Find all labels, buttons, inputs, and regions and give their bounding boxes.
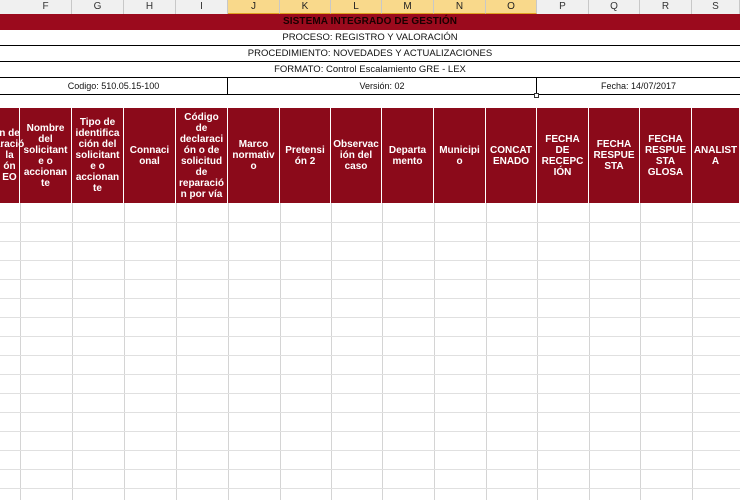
column-letter-f[interactable]: F — [20, 0, 72, 14]
header-cell[interactable]: FECHA RESPUE STA GLOSA — [640, 108, 692, 203]
grid-row-line — [0, 393, 740, 394]
proceso-label[interactable]: PROCESO: REGISTRO Y VALORACIÓN — [0, 30, 740, 46]
grid-column-line — [20, 203, 21, 500]
grid-column-line — [228, 203, 229, 500]
grid-column-line — [176, 203, 177, 500]
grid-row-line — [0, 374, 740, 375]
document-title[interactable]: SISTEMA INTEGRADO DE GESTIÓN — [0, 14, 740, 30]
grid-column-line — [537, 203, 538, 500]
procedimiento-label[interactable]: PROCEDIMIENTO: NOVEDADES Y ACTUALIZACION… — [0, 46, 740, 62]
header-cell[interactable]: CONCAT ENADO — [486, 108, 537, 203]
column-letter-g[interactable]: G — [72, 0, 124, 14]
column-letter-p[interactable]: P — [537, 0, 589, 14]
grid-row-line — [0, 241, 740, 242]
formato-label[interactable]: FORMATO: Control Escalamiento GRE - LEX — [0, 62, 740, 78]
header-cell[interactable]: Municipi o — [434, 108, 486, 203]
header-cell[interactable]: Observac ión del caso — [331, 108, 382, 203]
grid-column-line — [124, 203, 125, 500]
column-letter-o[interactable]: O — [486, 0, 537, 14]
grid-row-line — [0, 279, 740, 280]
grid-row-line — [0, 298, 740, 299]
header-cell[interactable]: ANALIST A — [692, 108, 740, 203]
column-letter-h[interactable]: H — [124, 0, 176, 14]
grid-row-line — [0, 355, 740, 356]
header-cell[interactable]: FECHA RESPUE STA — [589, 108, 640, 203]
grid-column-line — [640, 203, 641, 500]
grid-column-line — [486, 203, 487, 500]
header-cell[interactable]: Departa mento — [382, 108, 434, 203]
column-letter-r[interactable]: R — [640, 0, 692, 14]
column-letter-n[interactable]: N — [434, 0, 486, 14]
header-cell[interactable]: Tipo de identifica ción del solicitant e… — [72, 108, 124, 203]
grid-row-line — [0, 450, 740, 451]
spreadsheet-sheet[interactable]: FGHIJKLMNOPQRS SISTEMA INTEGRADO DE GEST… — [0, 0, 740, 500]
grid-column-line — [589, 203, 590, 500]
grid-row-line — [0, 469, 740, 470]
grid-column-line — [434, 203, 435, 500]
grid-row-line — [0, 412, 740, 413]
grid-column-line — [382, 203, 383, 500]
header-cell[interactable]: Nombre del solicitant e o accionan te — [20, 108, 72, 203]
column-letter-j[interactable]: J — [228, 0, 280, 14]
grid-column-line — [692, 203, 693, 500]
header-cell[interactable]: Código de declaraci ón o de solicitud de… — [176, 108, 228, 203]
header-cell[interactable]: Marco normativ o — [228, 108, 280, 203]
column-letter-q[interactable]: Q — [589, 0, 640, 14]
column-letter-l[interactable]: L — [331, 0, 382, 14]
version-cell[interactable]: Versión: 02 — [227, 78, 537, 95]
header-cell[interactable]: FECHA DE RECEPC IÓN — [537, 108, 589, 203]
fecha-cell[interactable]: Fecha: 14/07/2017 — [537, 78, 740, 95]
column-header-bar: FGHIJKLMNOPQRS — [0, 0, 740, 15]
grid-row-line — [0, 336, 740, 337]
grid-row-line — [0, 260, 740, 261]
column-letter-k[interactable]: K — [280, 0, 331, 14]
grid-row-line — [0, 317, 740, 318]
grid-row-line — [0, 488, 740, 489]
grid-column-line — [331, 203, 332, 500]
column-letter-s[interactable]: S — [692, 0, 740, 14]
grid-column-line — [72, 203, 73, 500]
header-cell[interactable]: Pretensi ón 2 — [280, 108, 331, 203]
header-cell[interactable]: Connaci onal — [124, 108, 176, 203]
grid-column-line — [280, 203, 281, 500]
column-letter-m[interactable]: M — [382, 0, 434, 14]
grid-row-line — [0, 431, 740, 432]
selection-resize-handle[interactable] — [534, 93, 539, 98]
header-cell[interactable]: n de aració la ón EO — [0, 108, 24, 203]
grid-row-line — [0, 222, 740, 223]
codigo-cell[interactable]: Codigo: 510.05.15-100 — [0, 78, 227, 95]
column-letter-i[interactable]: I — [176, 0, 228, 14]
